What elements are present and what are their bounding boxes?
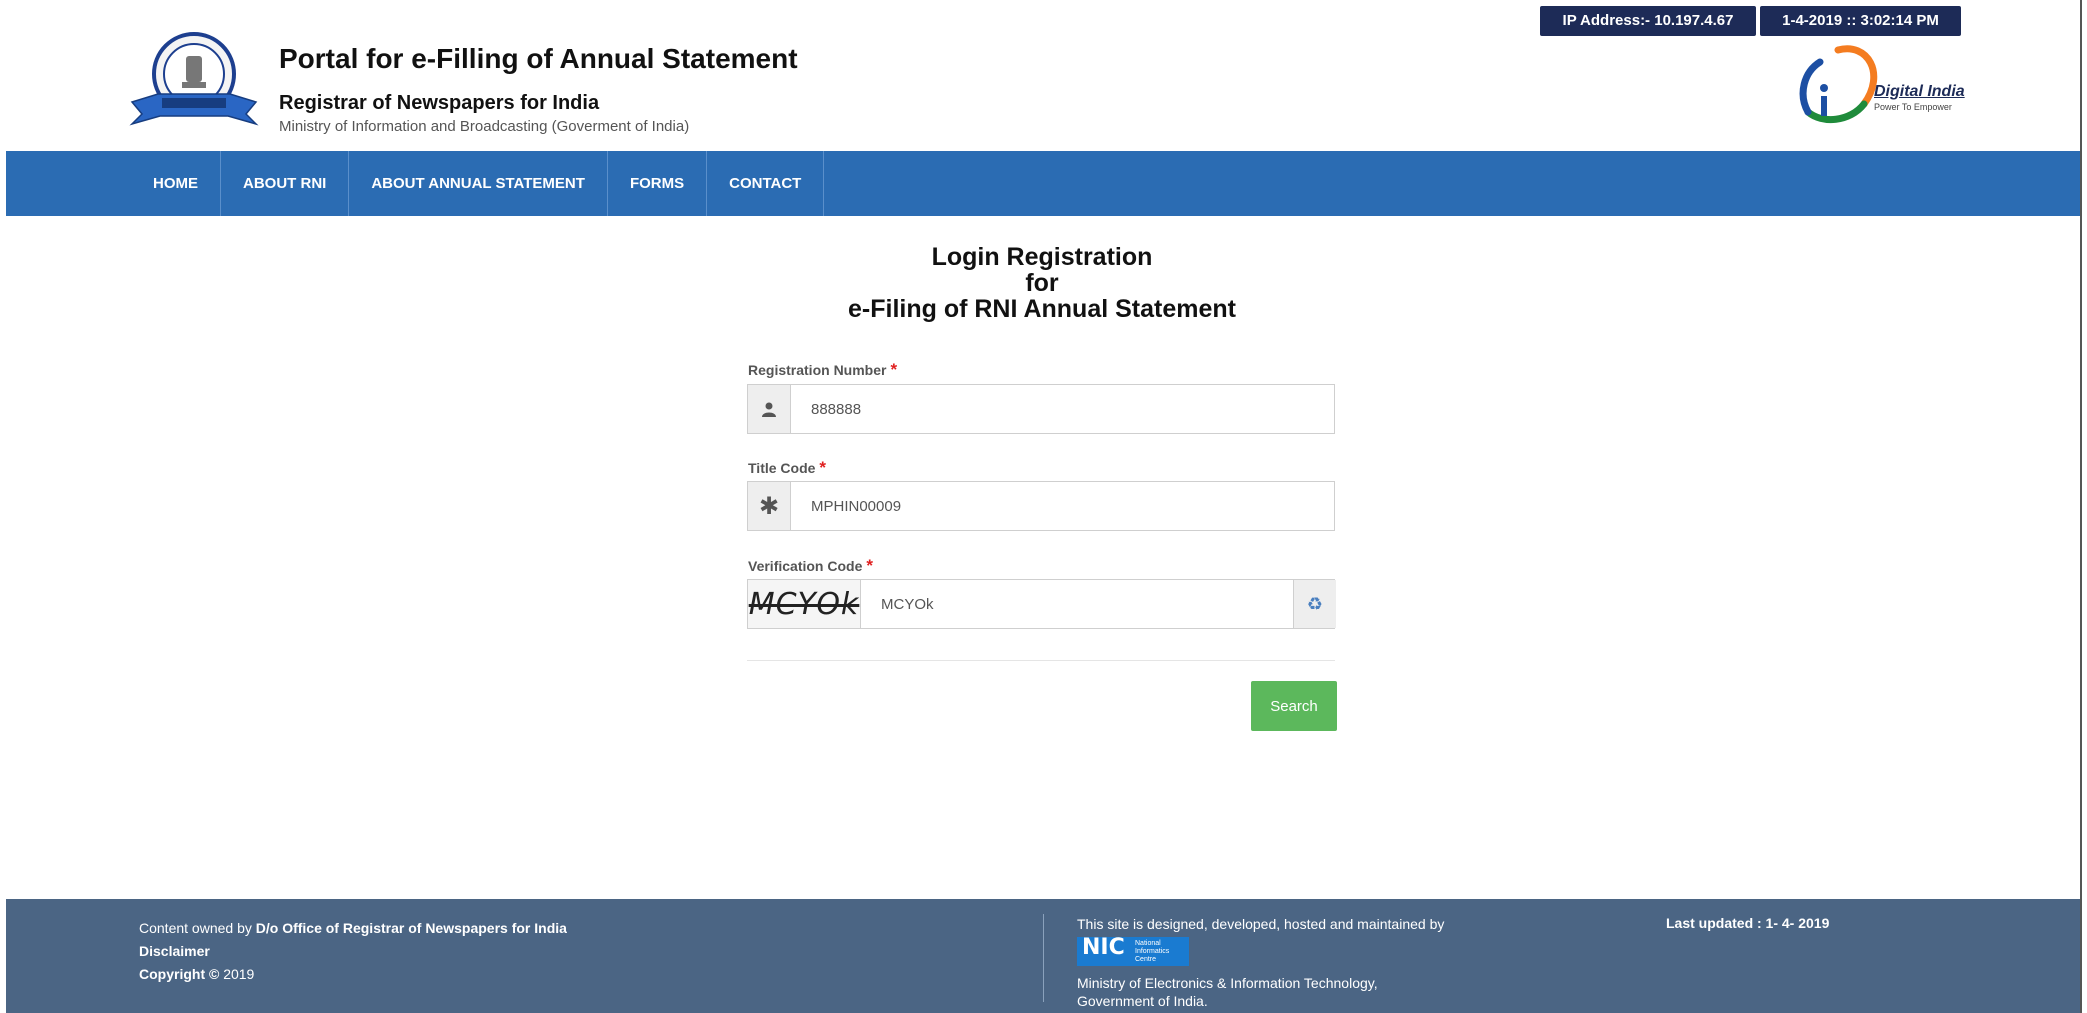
verification-code-label-text: Verification Code (748, 558, 863, 574)
login-heading-line2: for (1025, 269, 1059, 297)
verification-code-label: Verification Code * (748, 556, 873, 576)
search-button[interactable]: Search (1251, 681, 1337, 731)
registration-number-group (747, 384, 1335, 434)
nav-item-contact[interactable]: CONTACT (707, 151, 825, 216)
login-heading-line3: e-Filing of RNI Annual Statement (848, 295, 1236, 323)
verification-code-group: MCYOk ♻ (747, 579, 1336, 629)
footer-middle: This site is designed, developed, hosted… (1077, 915, 1444, 1010)
copyright-line: Copyright © 2019 (139, 963, 567, 986)
disclaimer-link[interactable]: Disclaimer (139, 943, 210, 959)
org-name: Registrar of Newspapers for India (279, 92, 600, 114)
registration-number-label: Registration Number * (748, 360, 897, 380)
window-edge (2080, 0, 2082, 1013)
ministry-line1: Ministry of Electronics & Information Te… (1077, 975, 1378, 991)
registration-addon (748, 385, 791, 433)
ip-address-badge: IP Address:- 10.197.4.67 (1540, 6, 1756, 36)
title-code-label-text: Title Code (748, 460, 816, 476)
nav-item-about-rni[interactable]: ABOUT RNI (221, 151, 350, 216)
nav-item-home[interactable]: HOME (131, 151, 221, 216)
footer: Content owned by D/o Office of Registrar… (6, 899, 2080, 1013)
main-nav: HOME ABOUT RNI ABOUT ANNUAL STATEMENT FO… (6, 151, 2080, 216)
nic-logo-mark: NIC (1082, 935, 1125, 960)
digital-india-title: Digital India (1874, 83, 1965, 100)
required-marker: * (890, 360, 898, 379)
login-heading-line1: Login Registration (931, 243, 1153, 271)
content-owned-line: Content owned by D/o Office of Registrar… (139, 917, 567, 940)
footer-divider (1043, 914, 1044, 1002)
required-marker: * (866, 556, 873, 575)
title-code-label: Title Code * (748, 458, 826, 478)
copyright-year: 2019 (223, 966, 255, 982)
form-divider (747, 660, 1335, 661)
captcha-text: MCYOk (748, 586, 860, 622)
verification-code-input[interactable] (861, 580, 1287, 628)
asterisk-icon: ✱ (758, 492, 780, 520)
nic-logo: NIC National Informatics Centre (1077, 937, 1189, 966)
registration-number-input[interactable] (791, 385, 1334, 433)
portal-title: Portal for e-Filling of Annual Statement (279, 43, 798, 74)
registration-number-label-text: Registration Number (748, 362, 887, 378)
refresh-icon: ♻ (1306, 593, 1324, 614)
copyright-label: Copyright © (139, 966, 220, 982)
footer-left: Content owned by D/o Office of Registrar… (139, 917, 567, 986)
captcha-refresh-button[interactable]: ♻ (1293, 580, 1336, 628)
required-marker: * (819, 458, 827, 477)
user-icon (748, 385, 790, 433)
rni-emblem-logo (129, 32, 259, 126)
nav-item-forms[interactable]: FORMS (608, 151, 708, 216)
captcha-image: MCYOk (748, 580, 861, 628)
ministry-line2: Government of India. (1077, 993, 1208, 1009)
title-code-group: ✱ (747, 481, 1335, 531)
last-updated: Last updated : 1- 4- 2019 (1666, 915, 1830, 931)
nav-item-about-annual-statement[interactable]: ABOUT ANNUAL STATEMENT (349, 151, 608, 216)
ministry-name: Ministry of Information and Broadcasting… (279, 118, 690, 135)
content-owner: D/o Office of Registrar of Newspapers fo… (255, 920, 567, 936)
nav-menu: HOME ABOUT RNI ABOUT ANNUAL STATEMENT FO… (131, 151, 825, 216)
title-code-addon: ✱ (748, 482, 791, 530)
content-owned-prefix: Content owned by (139, 920, 252, 936)
title-code-input[interactable] (791, 482, 1334, 530)
digital-india-tagline: Power To Empower (1874, 102, 1952, 112)
designed-by-text: This site is designed, developed, hosted… (1077, 916, 1445, 932)
nic-logo-text: National Informatics Centre (1135, 940, 1170, 963)
datetime-badge: 1-4-2019 :: 3:02:14 PM (1760, 6, 1961, 36)
